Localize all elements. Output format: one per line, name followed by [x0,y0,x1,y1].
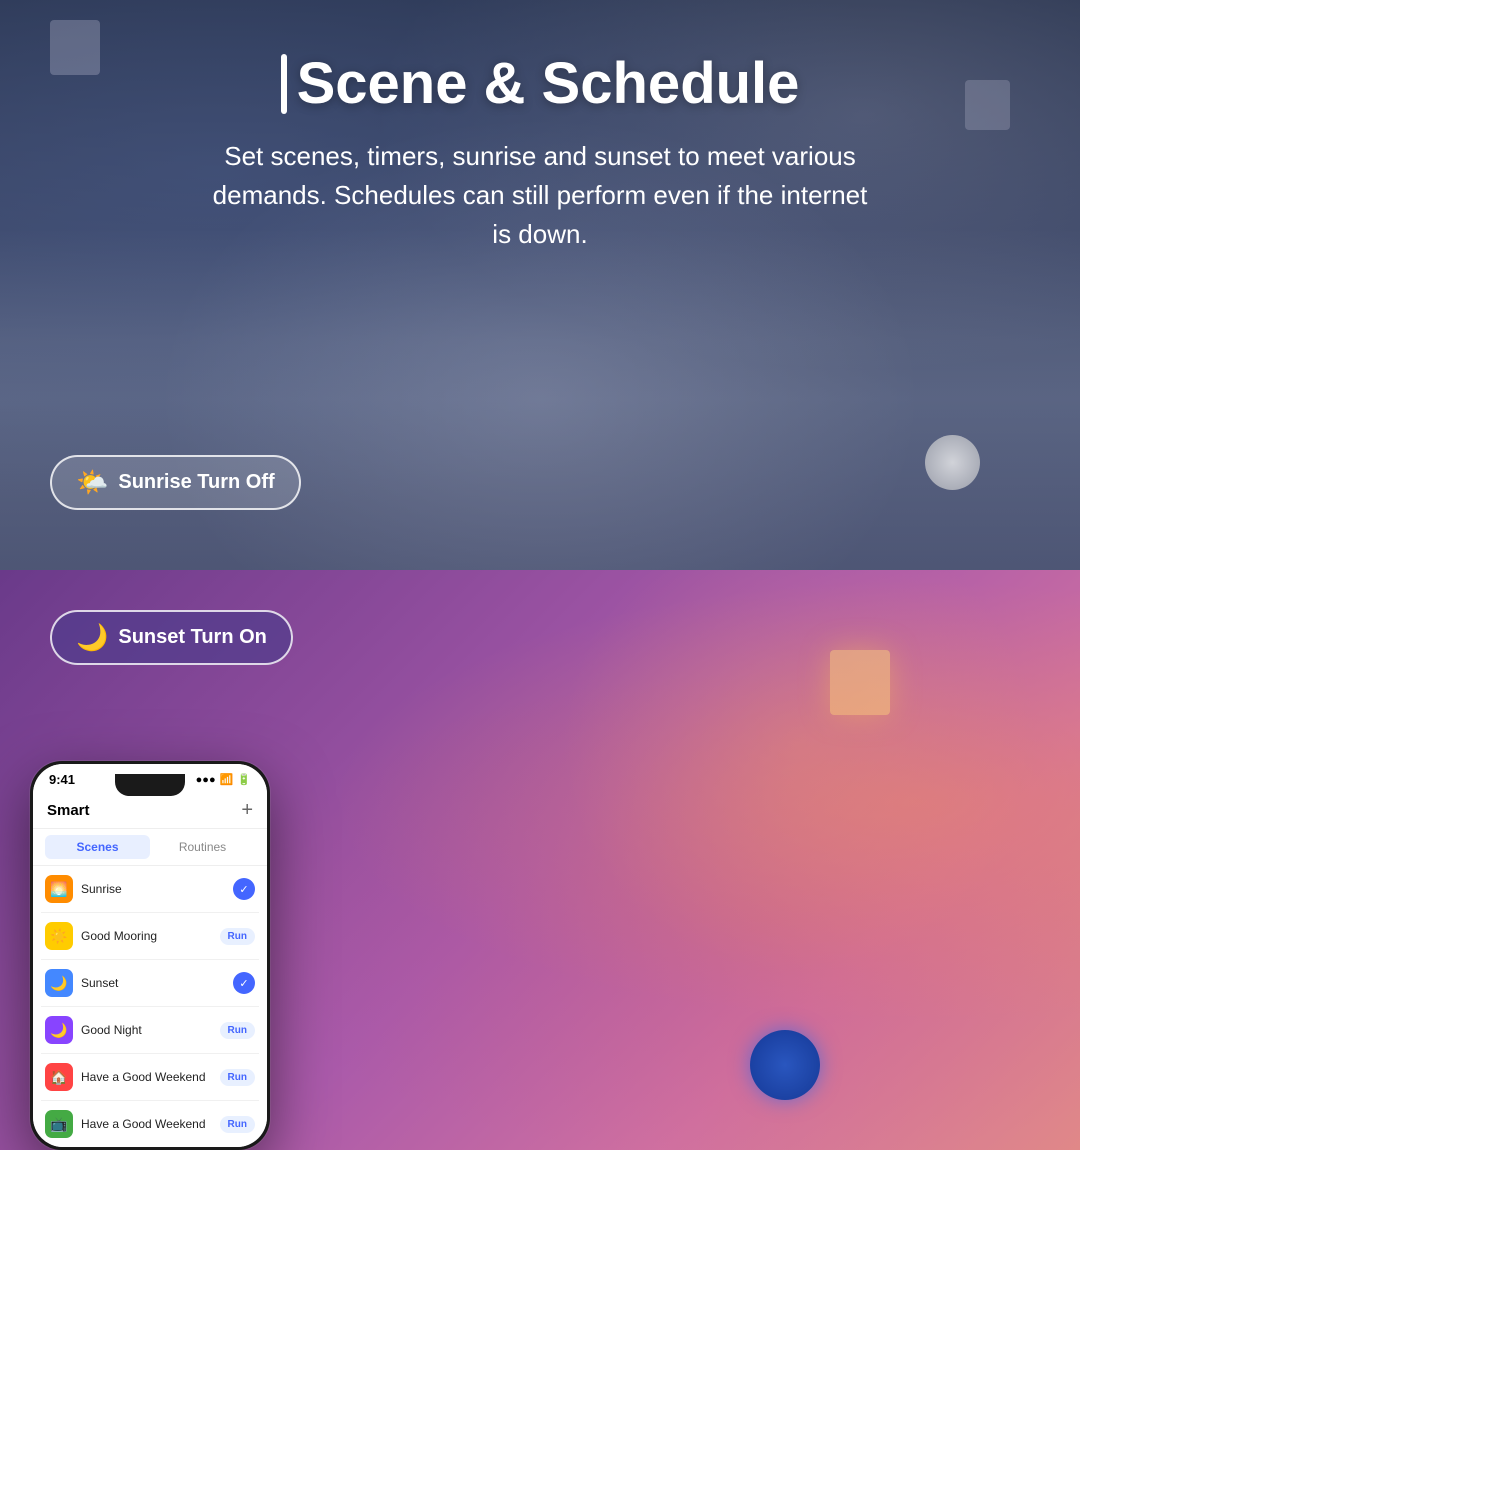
item-icon-sunrise: 🌅 [45,875,73,903]
sunrise-badge[interactable]: 🌤️ Sunrise Turn Off [50,455,301,510]
item-icon-goodnight: 🌙 [45,1016,73,1044]
item-check-sunset: ✓ [233,972,255,994]
sunrise-label: Sunrise Turn Off [118,471,274,494]
subtitle: Set scenes, timers, sunrise and sunset t… [200,137,880,254]
phone-tabs: Scenes Routines [33,829,267,866]
item-name-weekend1: Have a Good Weekend [81,1070,206,1084]
list-item[interactable]: 🌙 Sunset ✓ [41,960,259,1007]
tab-scenes[interactable]: Scenes [45,835,150,859]
tab-routines[interactable]: Routines [150,835,255,859]
item-left: 🌙 Good Night [45,1016,142,1044]
item-run-weekend2[interactable]: Run [220,1116,255,1133]
item-check-sunrise: ✓ [233,878,255,900]
list-item[interactable]: 🌅 Sunrise ✓ [41,866,259,913]
item-icon-sunset: 🌙 [45,969,73,997]
top-content: Scene & Schedule Set scenes, timers, sun… [0,0,1080,324]
item-name-morning: Good Mooring [81,929,157,943]
item-run-morning[interactable]: Run [220,928,255,945]
signal-icon: ●●● [196,774,216,786]
sunrise-icon: 🌤️ [76,467,108,498]
person-scene [380,570,1080,1150]
title-accent [281,54,287,114]
list-item[interactable]: 🌙 Good Night Run [41,1007,259,1054]
sunset-label: Sunset Turn On [118,626,267,649]
item-name-sunrise: Sunrise [81,882,122,896]
list-item[interactable]: ☀️ Good Mooring Run [41,913,259,960]
list-item[interactable]: 📺 Have a Good Weekend Run [41,1101,259,1147]
main-title: Scene & Schedule [297,50,800,117]
bottom-section: 🌙 Sunset Turn On 9:41 ●●● 📶 🔋 [0,570,1080,1150]
smart-speaker [925,435,980,490]
phone-inner: 9:41 ●●● 📶 🔋 Smart + [33,764,267,1147]
status-icons: ●●● 📶 🔋 [196,773,251,786]
item-left: 🏠 Have a Good Weekend [45,1063,206,1091]
phone-header-title: Smart [47,802,90,819]
item-name-weekend2: Have a Good Weekend [81,1117,206,1131]
item-left: 🌙 Sunset [45,969,118,997]
item-name-goodnight: Good Night [81,1023,142,1037]
battery-icon: 🔋 [237,773,251,786]
notch [115,774,185,796]
item-icon-morning: ☀️ [45,922,73,950]
item-icon-weekend1: 🏠 [45,1063,73,1091]
list-item[interactable]: 🏠 Have a Good Weekend Run [41,1054,259,1101]
top-section: Scene & Schedule Set scenes, timers, sun… [0,0,1080,570]
status-time: 9:41 [49,772,75,787]
sunset-icon: 🌙 [76,622,108,653]
item-run-weekend1[interactable]: Run [220,1069,255,1086]
item-run-goodnight[interactable]: Run [220,1022,255,1039]
item-name-sunset: Sunset [81,976,118,990]
item-left: ☀️ Good Mooring [45,922,157,950]
phone-list: 🌅 Sunrise ✓ ☀️ Good Mooring Run [33,866,267,1147]
phone-mockup: 9:41 ●●● 📶 🔋 Smart + [30,761,270,1150]
item-left: 🌅 Sunrise [45,875,122,903]
phone-header: Smart + [33,791,267,829]
add-button[interactable]: + [241,799,253,822]
item-left: 📺 Have a Good Weekend [45,1110,206,1138]
phone-frame: 9:41 ●●● 📶 🔋 Smart + [30,761,270,1150]
sunset-badge[interactable]: 🌙 Sunset Turn On [50,610,293,665]
wifi-icon: 📶 [220,773,234,786]
item-icon-weekend2: 📺 [45,1110,73,1138]
title-bar: Scene & Schedule [40,50,1040,117]
